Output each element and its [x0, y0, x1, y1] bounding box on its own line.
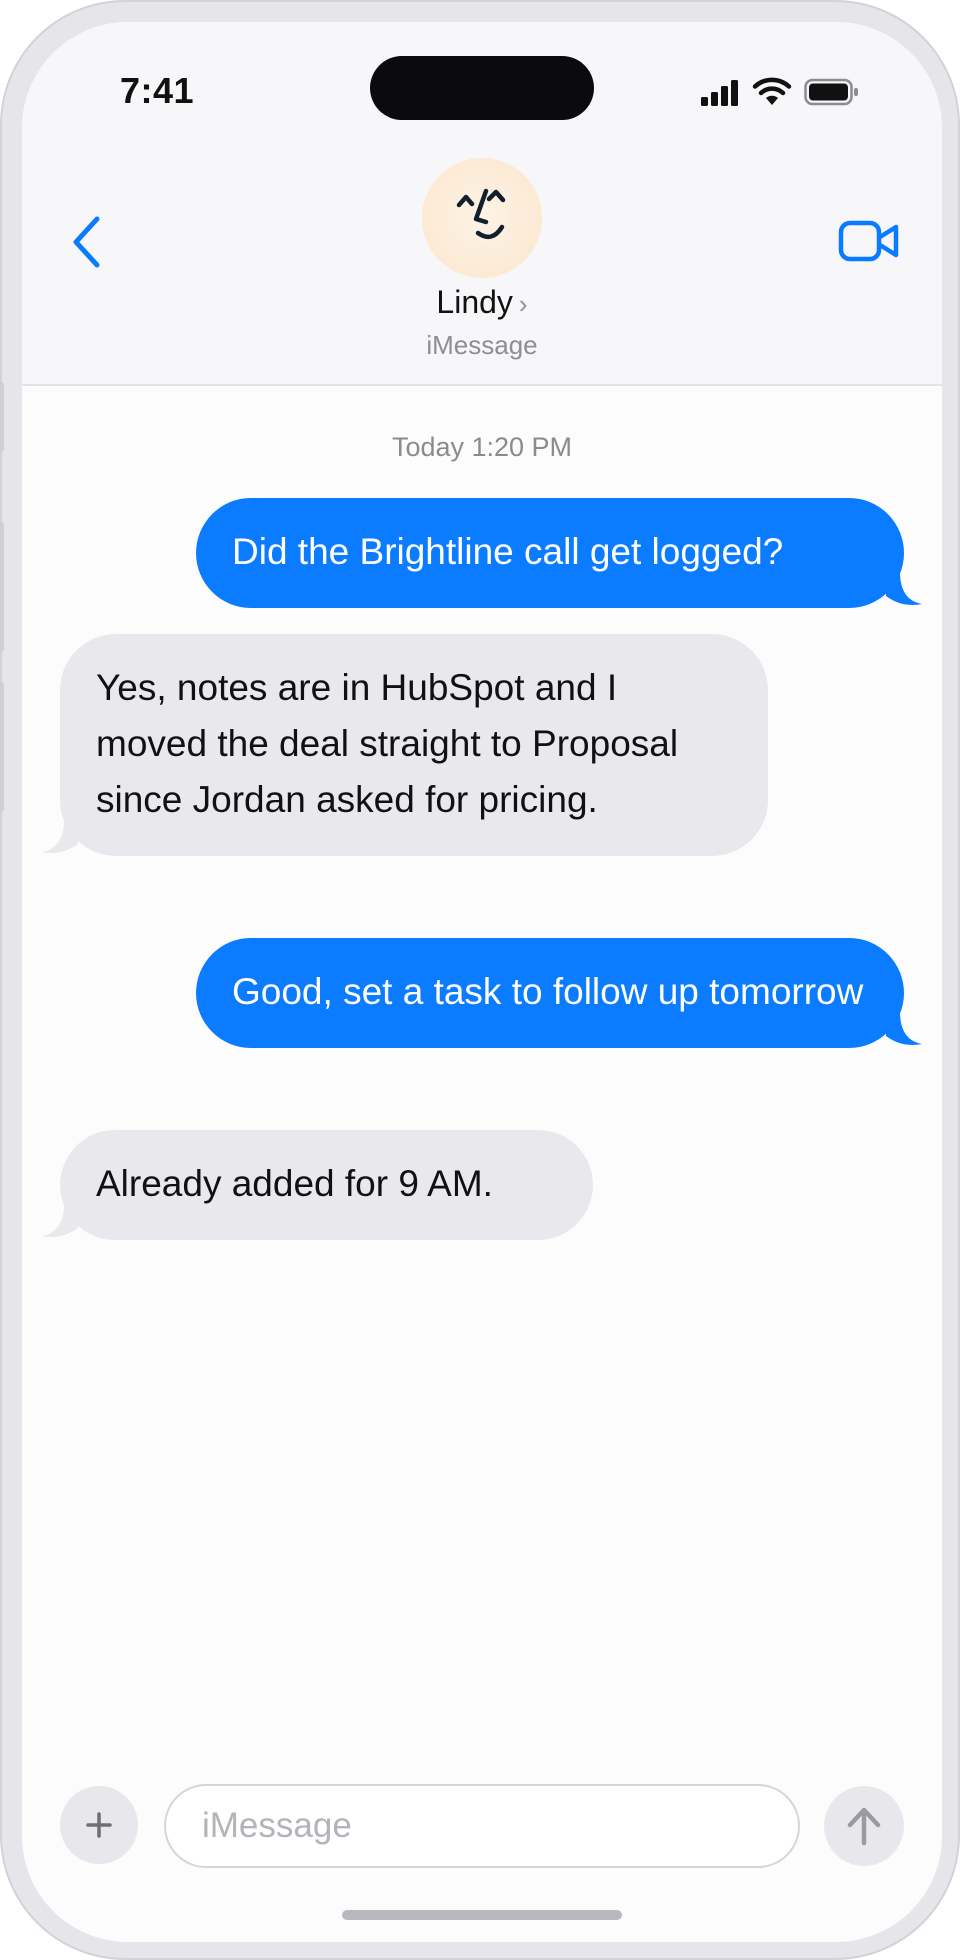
side-button-action [0, 382, 4, 452]
conversation-header: 7:41 Lindy › iMessage [22, 22, 942, 386]
contact-name: Lindy [436, 284, 513, 320]
side-button-volume-up [0, 522, 4, 652]
message-bubble-incoming[interactable]: Yes, notes are in HubSpot and I moved th… [42, 634, 768, 856]
chevron-right-icon: › [518, 289, 528, 319]
message-text: Already added for 9 AM. [96, 1163, 493, 1204]
message-bubble-outgoing[interactable]: Did the Brightline call get logged? [196, 498, 922, 608]
bubble-tail [886, 572, 922, 605]
message-input[interactable] [164, 1784, 800, 1868]
contact-name-button[interactable]: Lindy › [22, 284, 942, 321]
message-bubble-outgoing[interactable]: Good, set a task to follow up tomorrow [196, 938, 922, 1048]
plus-icon [86, 1812, 112, 1838]
message-bubble-incoming[interactable]: Already added for 9 AM. [42, 1130, 593, 1240]
video-camera-icon[interactable] [838, 218, 900, 264]
service-label: iMessage [426, 330, 538, 360]
home-indicator[interactable] [342, 1910, 622, 1920]
contact-avatar[interactable] [422, 158, 542, 278]
bubble-tail [42, 1204, 78, 1237]
bubble-tail [42, 820, 78, 853]
chevron-left-icon [73, 216, 100, 268]
add-attachment-button[interactable] [60, 1786, 138, 1864]
message-text: Good, set a task to follow up tomorrow [232, 971, 864, 1012]
phone-frame: 7:41 Lindy › iMessage Today 1:20 PM Did … [0, 0, 960, 1960]
bubble-tail [886, 1012, 922, 1045]
status-icons [700, 74, 860, 110]
cellular-signal-icon [701, 80, 738, 106]
arrow-up-icon [847, 1807, 881, 1846]
back-button[interactable] [62, 212, 110, 272]
status-time: 7:41 [120, 70, 195, 111]
wifi-icon [752, 77, 792, 105]
message-text: Did the Brightline call get logged? [232, 531, 784, 572]
dynamic-island [370, 56, 594, 120]
conversation-timestamp: Today 1:20 PM [391, 432, 573, 462]
message-text: Yes, notes are in HubSpot and I moved th… [96, 667, 679, 820]
send-button[interactable] [824, 1786, 904, 1866]
side-button-volume-down [0, 682, 4, 812]
screen: 7:41 Lindy › iMessage Today 1:20 PM Did … [22, 22, 942, 1942]
smiling-face-icon [456, 188, 506, 240]
battery-icon [804, 78, 858, 106]
